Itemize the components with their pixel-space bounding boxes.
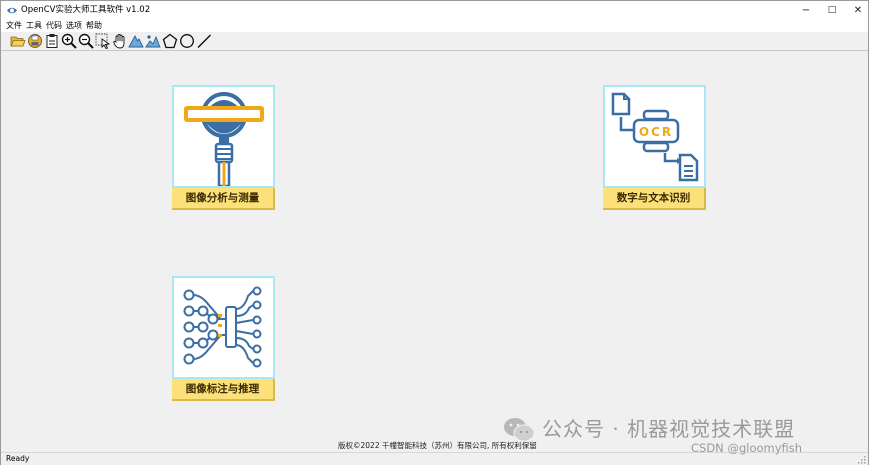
menu-tools[interactable]: 工具 [26, 20, 42, 32]
select-pointer-icon[interactable] [95, 33, 111, 49]
menu-help[interactable]: 帮助 [86, 20, 102, 32]
toolbar [1, 32, 868, 51]
polygon-icon[interactable] [162, 33, 178, 49]
resize-grip-icon[interactable] [858, 456, 866, 464]
ocr-icon: OCR [611, 92, 699, 182]
watermark-csdn: CSDN @gloomyfish [691, 441, 803, 455]
card-image-analysis-image[interactable] [172, 85, 275, 188]
status-text: Ready [6, 454, 30, 463]
menu-code[interactable]: 代码 [46, 20, 62, 32]
zoom-in-icon[interactable] [61, 33, 77, 49]
pan-hand-icon[interactable] [112, 33, 128, 49]
watermark-text: 公众号 · 机器视觉技术联盟 [542, 417, 796, 441]
magnifier-icon [184, 92, 264, 186]
menu-options[interactable]: 选项 [66, 20, 82, 32]
menu-file[interactable]: 文件 [6, 20, 22, 32]
eye-icon [7, 7, 17, 14]
maximize-button[interactable]: □ [819, 1, 845, 20]
card-ocr-image[interactable]: OCR [603, 85, 706, 188]
card-annotation-inference-label[interactable]: 图像标注与推理 [172, 379, 275, 401]
app-window: OpenCV实验大师工具软件 v1.02 − □ ✕ 文件 工具 代码 选项 帮… [0, 0, 869, 465]
close-button[interactable]: ✕ [845, 1, 869, 20]
mountain-tool-icon[interactable] [145, 33, 161, 49]
card-annotation-inference-image[interactable] [172, 276, 275, 379]
ocr-text: OCR [639, 125, 673, 139]
neural-network-icon [183, 286, 262, 368]
window-title: OpenCV实验大师工具软件 v1.02 [21, 5, 151, 15]
title-bar[interactable]: OpenCV实验大师工具软件 v1.02 − □ ✕ [1, 1, 868, 20]
card-image-analysis-label[interactable]: 图像分析与测量 [172, 188, 275, 210]
clipboard-icon[interactable] [44, 33, 60, 49]
wechat-icon [504, 418, 535, 442]
line-icon[interactable] [196, 33, 212, 49]
triangle-tool-icon[interactable] [128, 33, 144, 49]
minimize-button[interactable]: − [793, 1, 819, 20]
menu-bar: 文件 工具 代码 选项 帮助 [1, 20, 868, 32]
save-icon[interactable] [27, 33, 43, 49]
open-folder-icon[interactable] [10, 33, 26, 49]
zoom-out-icon[interactable] [78, 33, 94, 49]
card-ocr-label[interactable]: 数字与文本识别 [603, 188, 706, 210]
circle-icon[interactable] [179, 33, 195, 49]
